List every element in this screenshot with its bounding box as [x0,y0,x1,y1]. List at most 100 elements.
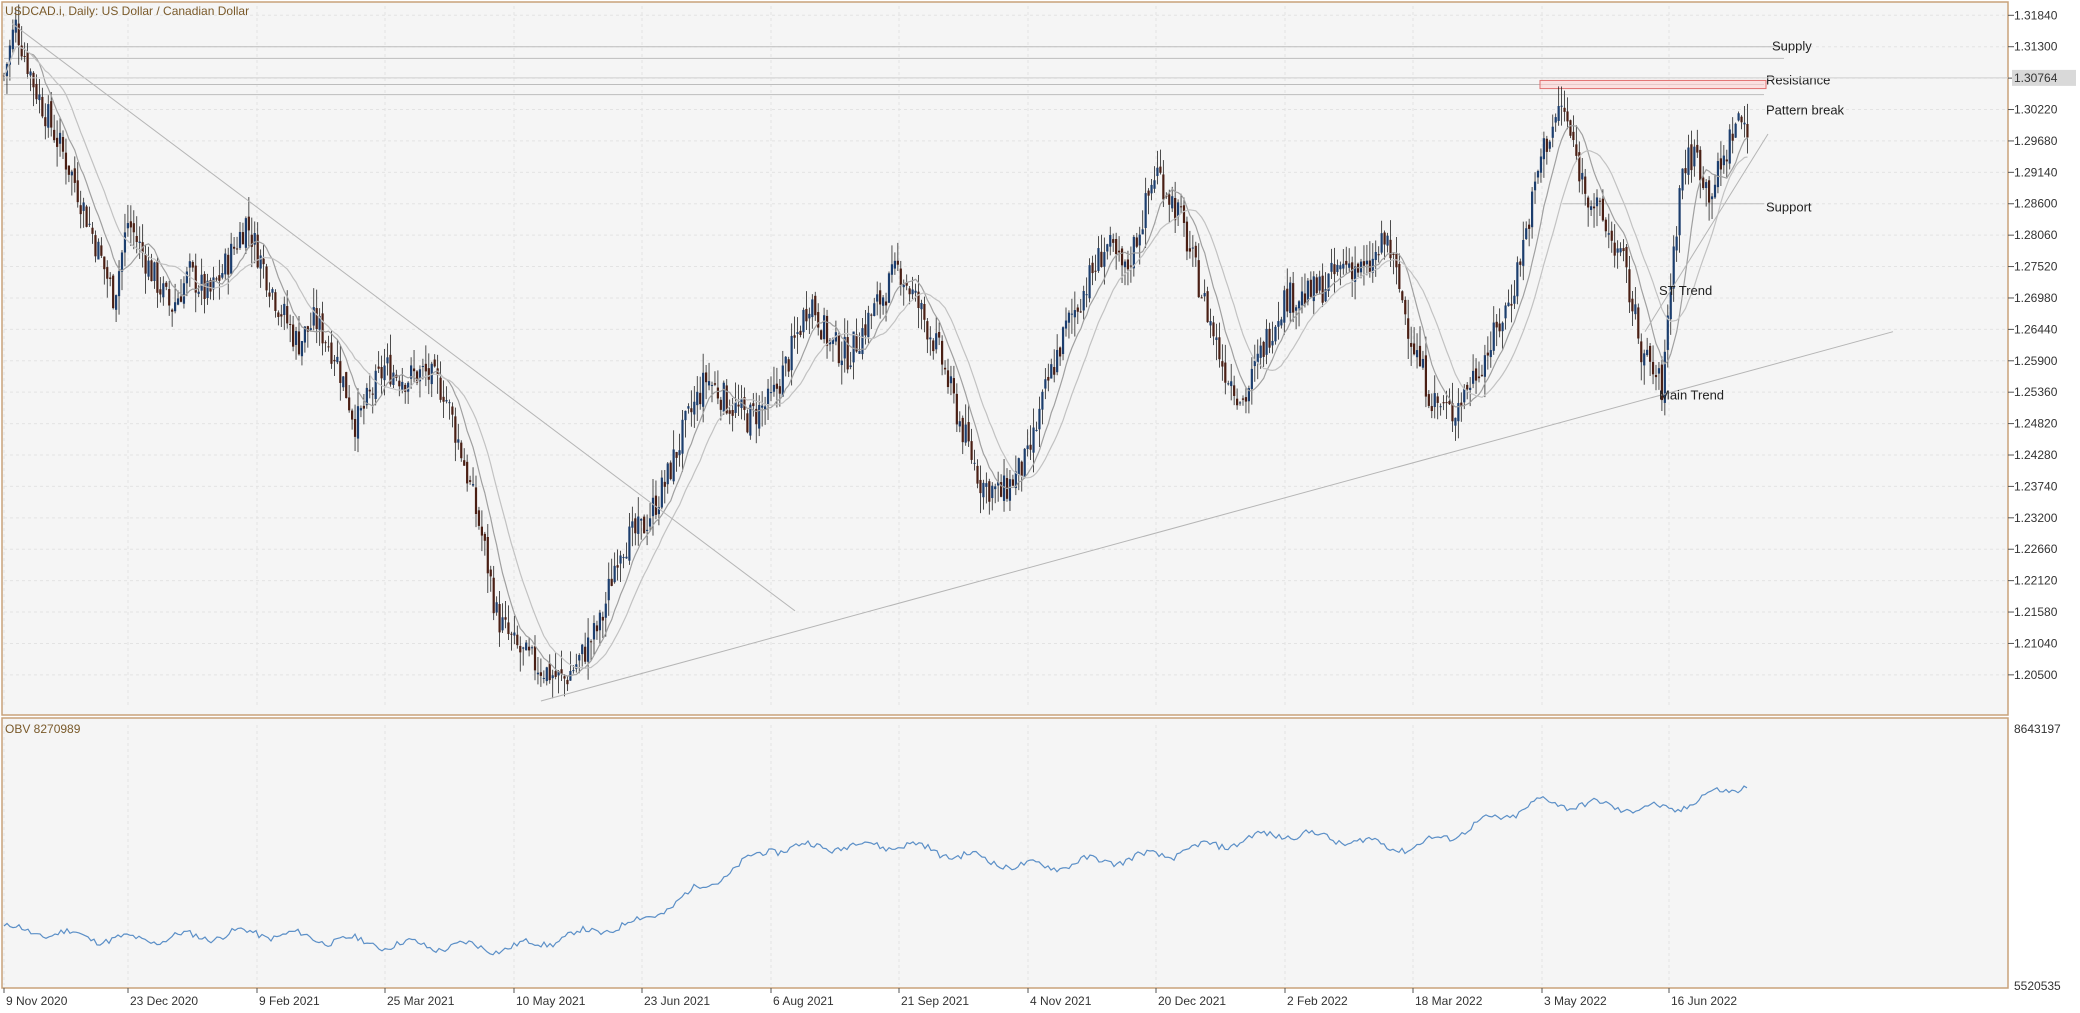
candle-body [1572,131,1575,141]
candle-body [970,441,973,460]
candle-body [1380,233,1383,253]
candle-body [1023,448,1026,478]
candle-body [707,381,711,386]
candle-body [1321,275,1324,303]
price-tick-label: 1.30220 [2014,103,2058,117]
obv-panel[interactable] [1,717,2009,989]
candle-body [1483,355,1486,377]
date-tick-label: 10 May 2021 [516,994,586,1008]
candle-body [920,303,923,310]
candle-body [221,273,224,278]
candle-body [165,282,168,287]
candle-body [1162,174,1165,200]
candle-body [1569,120,1572,136]
candle-body [185,271,188,284]
candle-body [634,518,637,534]
candle-body [1088,265,1091,299]
candle-body [533,646,537,671]
price-tick-label: 1.31300 [2014,40,2058,54]
candle-body [778,386,781,394]
candle-body [879,290,882,305]
candle-body [648,518,652,527]
candle-body [1598,200,1602,202]
candle-body [159,289,162,295]
candle-body [377,366,380,369]
candle-body [1026,445,1029,450]
candle-body [1365,260,1368,265]
candle-body [1097,248,1100,271]
candle-body [675,452,678,458]
candle-body [1103,252,1106,267]
candle-body [1708,180,1711,203]
candle-body [200,274,203,291]
candle-body [1179,206,1183,208]
candle-body [1206,291,1209,323]
candle-body [1474,368,1478,381]
candle-body [1120,248,1124,266]
candle-body [1315,277,1318,294]
candle-body [802,309,805,333]
trading-chart[interactable]: Supply Resistance Pattern break Support ST T… [0,0,2080,1013]
candle-body [1094,270,1097,272]
candle-body [867,312,870,338]
candle-body [551,675,554,679]
candle-body [1654,375,1658,378]
candle-body [359,408,363,411]
candle-body [722,382,725,412]
candle-body [1421,358,1425,368]
candle-body [967,422,970,442]
candle-body [1389,239,1392,259]
candle-body [823,315,826,340]
candle-body [1053,366,1056,375]
candle-body [1628,269,1631,303]
candle-body [1144,193,1147,228]
candle-body [935,333,938,350]
candle-body [1306,280,1309,302]
candle-body [1584,176,1587,194]
candle-body [1168,194,1171,205]
candle-body [1415,350,1419,358]
candle-body [1297,301,1301,309]
candle-body [1498,323,1501,332]
candle-body [861,328,864,355]
candle-body [1174,198,1177,221]
candle-body [607,578,610,601]
candle-body [899,268,902,286]
candle-body [592,623,596,640]
candle-body [1404,299,1407,315]
candle-body [825,315,829,346]
candle-body [890,264,894,275]
candle-body [88,223,91,225]
candle-body [1699,149,1702,181]
price-panel[interactable] [1,1,2009,716]
price-tick-label: 1.27520 [2014,260,2058,274]
candle-body [955,393,958,425]
candle-body [227,254,230,275]
candle-body [188,261,191,268]
candle-body [1336,264,1339,272]
candle-body [1203,292,1206,297]
current-price-label: 1.30764 [2014,71,2058,85]
candle-body [1345,260,1348,265]
candle-body [294,331,298,345]
candle-body [1616,248,1619,253]
candle-body [1710,196,1714,200]
candle-body [734,402,737,413]
candle-body [345,372,348,399]
candle-body [672,449,675,482]
candle-body [44,117,47,127]
candle-body [132,223,135,233]
candle-body [1056,349,1059,373]
candle-body [451,406,454,415]
candle-body [1640,341,1643,363]
candle-body [530,647,534,649]
candle-body [53,129,56,141]
candle-body [106,267,109,279]
candle-body [280,314,283,317]
candle-body [50,101,53,128]
candle-body [896,260,899,265]
candle-body [1398,263,1401,290]
candle-body [1418,345,1422,367]
candle-body [1539,156,1543,173]
candle-body [380,366,383,379]
